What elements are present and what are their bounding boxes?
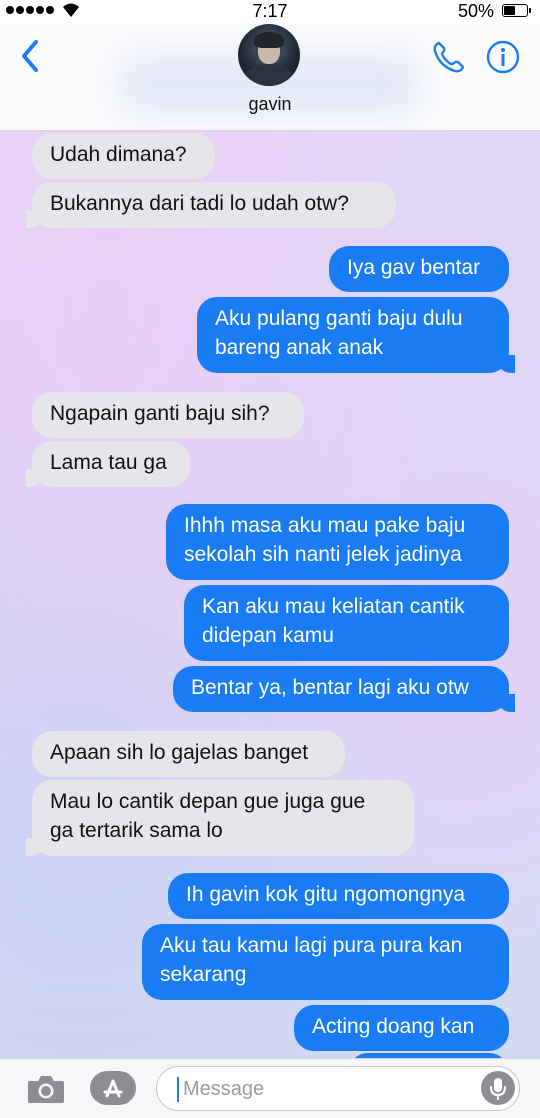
message-input[interactable] [181,1073,465,1105]
compose-bar [0,1058,540,1118]
contact-name[interactable]: gavin [0,94,540,115]
back-chevron-icon[interactable] [16,38,46,74]
message-bubble-outgoing[interactable]: Ihhh masa aku mau pake baju sekolah sih … [166,504,509,580]
message-bubble-incoming[interactable]: Apaan sih lo gajelas banget [32,731,345,777]
message-input-field[interactable] [156,1066,520,1111]
message-bubble-incoming[interactable]: Bukannya dari tadi lo udah otw? [26,182,396,228]
battery-percentage: 50% [457,1,494,21]
message-thread[interactable]: Udah dimana? Bukannya dari tadi lo udah … [0,131,540,1058]
contact-avatar[interactable] [238,24,300,86]
conversation-header: gavin [0,24,540,131]
message-bubble-incoming[interactable]: Udah dimana? [32,133,215,179]
info-icon[interactable] [486,40,520,74]
battery-icon [502,4,531,17]
app-store-icon[interactable] [90,1071,136,1105]
message-bubble-incoming[interactable]: Ngapain ganti baju sih? [32,392,304,438]
message-bubble-incoming[interactable]: Mau lo cantik depan gue juga gue ga tert… [26,780,414,856]
message-bubble-outgoing[interactable]: Kan aku mau keliatan cantik didepan kamu [184,585,509,661]
message-bubble-outgoing[interactable]: Ih gavin kok gitu ngomongnya [168,873,509,919]
camera-icon[interactable] [26,1073,66,1105]
message-bubble-outgoing[interactable]: Aku pulang ganti baju dulu bareng anak a… [197,297,515,373]
message-bubble-outgoing[interactable]: Iya gav bentar [329,246,509,292]
message-bubble-outgoing[interactable]: Aku tau kamu lagi pura pura kan sekarang [142,924,509,1000]
message-bubble-outgoing[interactable]: Acting doang kan [294,1005,509,1051]
status-bar: 7:17 50% [0,0,540,24]
message-bubble-incoming[interactable]: Lama tau ga [26,441,190,487]
message-bubble-outgoing[interactable]: Bentar ya, bentar lagi aku otw [173,666,515,712]
text-caret [177,1077,179,1102]
microphone-icon[interactable] [481,1071,515,1105]
phone-icon[interactable] [430,40,466,76]
